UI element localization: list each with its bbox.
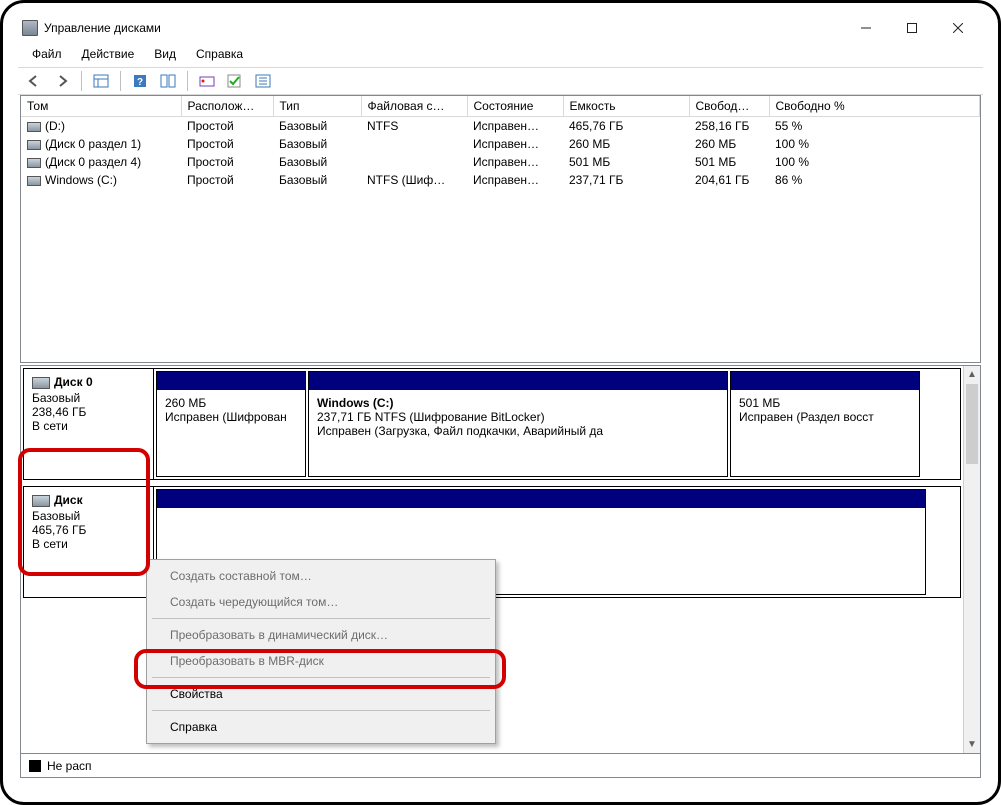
partition[interactable]: 501 МБИсправен (Раздел восст bbox=[730, 371, 920, 477]
toolbar-settings-icon[interactable] bbox=[156, 70, 180, 92]
partition-size: 260 МБ bbox=[165, 396, 297, 410]
ctx-properties[interactable]: Свойства bbox=[150, 681, 492, 707]
ctx-create-spanned: Создать составной том… bbox=[150, 563, 492, 589]
col-free[interactable]: Свобод… bbox=[689, 96, 769, 117]
table-row[interactable]: (Диск 0 раздел 4)ПростойБазовыйИсправен…… bbox=[21, 153, 980, 171]
partition-status: Исправен (Загрузка, Файл подкачки, Авари… bbox=[317, 424, 719, 438]
menu-file[interactable]: Файл bbox=[24, 45, 70, 63]
volume-icon bbox=[27, 158, 41, 168]
volume-icon bbox=[27, 122, 41, 132]
partition-size: 501 МБ bbox=[739, 396, 911, 410]
minimize-button[interactable] bbox=[843, 13, 889, 43]
disk-status: В сети bbox=[32, 537, 145, 551]
app-icon bbox=[22, 20, 38, 36]
maximize-button[interactable] bbox=[889, 13, 935, 43]
toolbar: ? bbox=[18, 67, 983, 95]
partition-header bbox=[309, 372, 727, 390]
context-menu: Создать составной том… Создать чередующи… bbox=[146, 559, 496, 744]
ctx-help[interactable]: Справка bbox=[150, 714, 492, 740]
column-headers[interactable]: Том Располож… Тип Файловая с… Состояние … bbox=[21, 96, 980, 117]
help-button[interactable]: ? bbox=[128, 70, 152, 92]
close-button[interactable] bbox=[935, 13, 981, 43]
legend: Не расп bbox=[20, 754, 981, 778]
disk-size: 465,76 ГБ bbox=[32, 523, 145, 537]
menu-action[interactable]: Действие bbox=[74, 45, 143, 63]
disk-info[interactable]: Диск 0Базовый238,46 ГБВ сети bbox=[24, 369, 154, 479]
ctx-convert-mbr: Преобразовать в MBR-диск bbox=[150, 648, 492, 674]
window-title: Управление дисками bbox=[44, 21, 161, 35]
disk-icon bbox=[32, 495, 50, 507]
menu-help[interactable]: Справка bbox=[188, 45, 251, 63]
forward-button[interactable] bbox=[50, 70, 74, 92]
partition-header bbox=[157, 490, 925, 508]
table-row[interactable]: (Диск 0 раздел 1)ПростойБазовыйИсправен…… bbox=[21, 135, 980, 153]
legend-label: Не расп bbox=[47, 759, 92, 773]
disk-type: Базовый bbox=[32, 391, 145, 405]
ctx-create-striped: Создать чередующийся том… bbox=[150, 589, 492, 615]
scroll-down-icon[interactable]: ▼ bbox=[964, 736, 980, 753]
partition[interactable]: 260 МБИсправен (Шифрован bbox=[156, 371, 306, 477]
col-freepct[interactable]: Свободно % bbox=[769, 96, 980, 117]
toolbar-action1-icon[interactable] bbox=[195, 70, 219, 92]
table-row[interactable]: Windows (C:)ПростойБазовыйNTFS (Шиф…Испр… bbox=[21, 171, 980, 189]
volume-icon bbox=[27, 176, 41, 186]
legend-swatch-unallocated bbox=[29, 760, 41, 772]
titlebar: Управление дисками bbox=[18, 13, 983, 43]
partition-status: Исправен (Шифрован bbox=[165, 410, 297, 424]
scrollbar[interactable]: ▲ ▼ bbox=[963, 366, 980, 753]
menubar: Файл Действие Вид Справка bbox=[18, 43, 983, 67]
toolbar-action2-icon[interactable] bbox=[223, 70, 247, 92]
partition-size: 237,71 ГБ NTFS (Шифрование BitLocker) bbox=[317, 410, 719, 424]
partition-status: Исправен (Раздел восст bbox=[739, 410, 911, 424]
disk-type: Базовый bbox=[32, 509, 145, 523]
partition[interactable]: Windows (C:)237,71 ГБ NTFS (Шифрование B… bbox=[308, 371, 728, 477]
disk-icon bbox=[32, 377, 50, 389]
disk-status: В сети bbox=[32, 419, 145, 433]
col-type[interactable]: Тип bbox=[273, 96, 361, 117]
col-volume[interactable]: Том bbox=[21, 96, 181, 117]
back-button[interactable] bbox=[22, 70, 46, 92]
menu-view[interactable]: Вид bbox=[146, 45, 184, 63]
col-fs[interactable]: Файловая с… bbox=[361, 96, 467, 117]
volume-icon bbox=[27, 140, 41, 150]
disk-info[interactable]: ДискБазовый465,76 ГБВ сети bbox=[24, 487, 154, 597]
col-layout[interactable]: Располож… bbox=[181, 96, 273, 117]
toolbar-action3-icon[interactable] bbox=[251, 70, 275, 92]
disk-row[interactable]: Диск 0Базовый238,46 ГБВ сети260 МБИсправ… bbox=[23, 368, 961, 480]
ctx-convert-dynamic: Преобразовать в динамический диск… bbox=[150, 622, 492, 648]
disk-size: 238,46 ГБ bbox=[32, 405, 145, 419]
scroll-up-icon[interactable]: ▲ bbox=[964, 366, 980, 383]
partition-header bbox=[731, 372, 919, 390]
partition-header bbox=[157, 372, 305, 390]
toolbar-show-hide-icon[interactable] bbox=[89, 70, 113, 92]
col-capacity[interactable]: Емкость bbox=[563, 96, 689, 117]
svg-text:?: ? bbox=[137, 77, 143, 88]
col-status[interactable]: Состояние bbox=[467, 96, 563, 117]
table-row[interactable]: (D:)ПростойБазовыйNTFSИсправен…465,76 ГБ… bbox=[21, 117, 980, 135]
volume-list: Том Располож… Тип Файловая с… Состояние … bbox=[20, 95, 981, 363]
scroll-thumb[interactable] bbox=[966, 384, 978, 464]
partition-title: Windows (C:) bbox=[317, 396, 719, 410]
